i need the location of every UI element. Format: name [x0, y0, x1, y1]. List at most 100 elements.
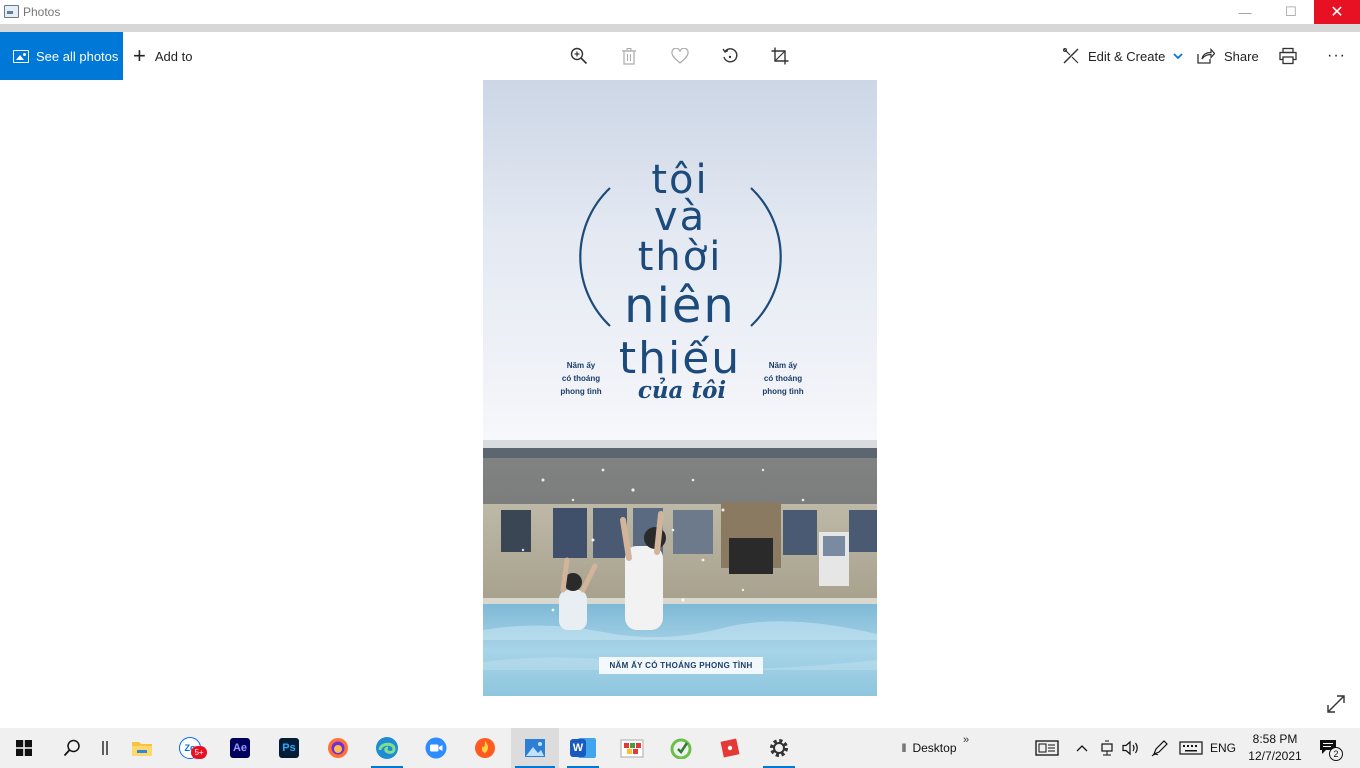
chevron-up-icon: [1076, 745, 1088, 752]
start-button[interactable]: [0, 728, 48, 768]
tray-show-hidden[interactable]: [1072, 728, 1092, 768]
photos-app-icon: [4, 5, 19, 18]
print-icon: [1279, 47, 1297, 65]
firefox-icon: [328, 738, 348, 758]
tray-language[interactable]: ENG: [1208, 728, 1238, 768]
fullscreen-button[interactable]: [1325, 693, 1347, 715]
news-icon: [1035, 740, 1059, 756]
taskbar-file-explorer[interactable]: [118, 728, 166, 768]
taskbar-settings[interactable]: [755, 728, 803, 768]
red-app-icon: [720, 738, 740, 758]
slogan-left-line-3: phong tình: [560, 387, 602, 396]
search-button[interactable]: [48, 728, 96, 768]
photo-viewer: tôi và thời niên thiếu của tôi Năm ấy có…: [0, 80, 1360, 728]
title-bar: Photos — ☐ ✕: [0, 0, 1360, 24]
green-app-icon: [670, 738, 692, 759]
print-button[interactable]: [1276, 44, 1300, 68]
taskbar-zalo[interactable]: Zo 5+: [166, 728, 214, 768]
crop-button[interactable]: [768, 44, 792, 68]
tray-touch-keyboard[interactable]: [1177, 728, 1205, 768]
minimize-button[interactable]: —: [1222, 0, 1268, 24]
taskbar-coccoc[interactable]: [608, 728, 656, 768]
tray-network[interactable]: [1097, 728, 1117, 768]
expand-icon: [1327, 695, 1345, 713]
edit-create-icon: [1063, 48, 1079, 64]
clock-time: 8:58 PM: [1252, 732, 1298, 746]
see-all-photos-button[interactable]: See all photos: [0, 32, 123, 80]
windows-icon: [16, 740, 32, 756]
close-button[interactable]: ✕: [1314, 0, 1360, 24]
plus-icon: +: [133, 43, 146, 68]
desktop-divider: ‖: [901, 741, 907, 755]
edit-create-button[interactable]: Edit & Create: [1062, 32, 1183, 80]
crop-icon: [771, 47, 789, 65]
poster-title-line-3: thời: [638, 234, 723, 280]
after-effects-icon: Ae: [230, 738, 250, 758]
clock-date: 12/7/2021: [1248, 749, 1302, 763]
action-center-button[interactable]: 2: [1316, 728, 1344, 768]
word-icon: W: [570, 739, 586, 757]
poster-slogan-right: Năm ấy có thoáng phong tình: [753, 359, 813, 398]
taskbar-after-effects[interactable]: Ae: [216, 728, 264, 768]
window-title: Photos: [23, 5, 61, 19]
title-bar-divider: [0, 24, 1360, 32]
tray-pen[interactable]: [1149, 728, 1171, 768]
taskbar: Zo 5+ Ae Ps W ‖ Desktop » ENG 8:58 PM 12…: [0, 728, 1360, 768]
slogan-left-line-1: Năm ấy: [566, 361, 596, 370]
zalo-badge: 5+: [191, 746, 207, 759]
poster-title-line-6: của tôi: [638, 377, 726, 404]
brave-icon: [475, 738, 495, 758]
network-icon: [1101, 740, 1113, 756]
poster-title-art: tôi và thời niên thiếu của tôi: [579, 157, 782, 404]
poster-slogan-left: Năm ấy có thoáng phong tình: [551, 359, 611, 398]
settings-icon: [770, 739, 788, 757]
edit-create-label: Edit & Create: [1088, 48, 1166, 64]
rotate-icon: [722, 48, 738, 63]
picture-icon: [13, 49, 29, 63]
poster-bottom-banner: NĂM ẤY CÓ THOÁNG PHONG TÌNH: [599, 657, 763, 674]
desktop-label: Desktop: [912, 741, 957, 755]
slogan-right-line-3: phong tình: [762, 387, 804, 396]
heart-icon: [671, 48, 689, 64]
taskbar-edge[interactable]: [363, 728, 411, 768]
zoom-button[interactable]: [567, 44, 591, 68]
favorite-button[interactable]: [668, 44, 692, 68]
add-to-button[interactable]: + Add to: [133, 32, 192, 80]
poster-image: tôi và thời niên thiếu của tôi Năm ấy có…: [483, 80, 877, 696]
maximize-button[interactable]: ☐: [1268, 0, 1314, 24]
taskbar-word[interactable]: W: [559, 728, 607, 768]
taskbar-photoshop[interactable]: Ps: [265, 728, 313, 768]
taskbar-zoom[interactable]: [412, 728, 460, 768]
notification-count: 2: [1329, 747, 1343, 761]
photos-icon: [525, 739, 545, 757]
taskbar-red-app[interactable]: [706, 728, 754, 768]
keyboard-icon: [1179, 741, 1203, 755]
taskbar-firefox[interactable]: [314, 728, 362, 768]
desktop-toolbar[interactable]: ‖ Desktop: [895, 728, 963, 768]
zoom-in-icon: [570, 47, 588, 65]
desktop-chevron[interactable]: »: [960, 720, 972, 760]
volume-icon: [1122, 740, 1138, 756]
taskbar-green-app[interactable]: [657, 728, 705, 768]
task-view-button[interactable]: [96, 728, 114, 768]
task-view-icon: [102, 741, 108, 755]
zoom-icon: [425, 737, 447, 759]
tray-news[interactable]: [1032, 728, 1062, 768]
tray-clock[interactable]: 8:58 PM 12/7/2021: [1236, 731, 1314, 765]
share-button[interactable]: Share: [1197, 32, 1259, 80]
taskbar-photos[interactable]: [511, 728, 559, 768]
search-icon: [63, 739, 80, 757]
add-to-label: Add to: [154, 48, 193, 64]
taskbar-brave[interactable]: [461, 728, 509, 768]
tray-volume[interactable]: [1121, 728, 1141, 768]
delete-icon: [622, 48, 636, 65]
file-explorer-icon: [132, 742, 152, 756]
see-all-photos-label: See all photos: [36, 48, 119, 64]
share-label: Share: [1224, 48, 1259, 64]
edge-icon: [376, 737, 398, 759]
share-icon: [1197, 48, 1215, 64]
slogan-right-line-2: có thoáng: [763, 374, 803, 383]
rotate-button[interactable]: [718, 44, 742, 68]
delete-button[interactable]: [617, 44, 641, 68]
more-button[interactable]: ···: [1327, 32, 1346, 80]
